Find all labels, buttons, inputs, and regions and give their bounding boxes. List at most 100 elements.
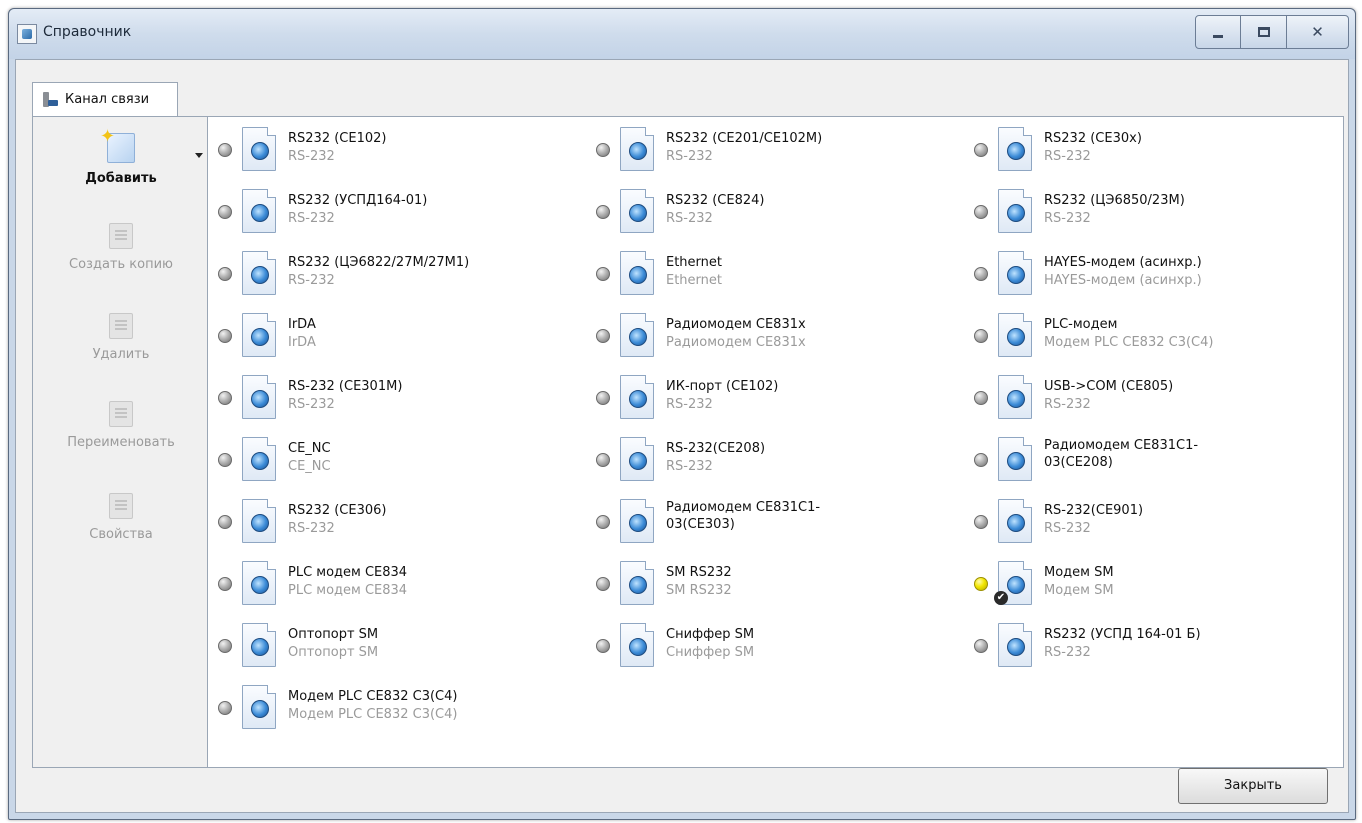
list-item[interactable]: RS-232 (CE301M) RS-232 — [212, 369, 582, 425]
add-dropdown-arrow-icon[interactable] — [195, 153, 203, 158]
minimize-icon — [1213, 34, 1223, 38]
item-type: RS-232 — [1044, 645, 1091, 660]
channel-doc-icon — [620, 313, 654, 357]
item-name: Ethernet — [666, 255, 722, 270]
status-inactive-icon — [974, 453, 988, 467]
status-inactive-icon — [596, 205, 610, 219]
status-inactive-icon — [596, 515, 610, 529]
rename-icon — [109, 401, 133, 427]
list-item[interactable]: RS-232(CE901) RS-232 — [968, 493, 1338, 549]
channel-doc-icon — [998, 437, 1032, 481]
action-sidebar: Добавить Создать копию Удалить Переимено… — [33, 117, 209, 767]
item-type: IrDA — [288, 335, 316, 350]
item-name: USB->COM (CE805) — [1044, 379, 1174, 394]
channel-icon — [41, 91, 59, 109]
list-item[interactable]: RS232 (CE102) RS-232 — [212, 121, 582, 177]
item-type: Ethernet — [666, 273, 722, 288]
title-bar[interactable]: Справочник ✕ — [9, 9, 1355, 59]
channel-doc-icon — [620, 437, 654, 481]
item-type: PLC модем CE834 — [288, 583, 408, 598]
item-type: RS-232 — [288, 211, 335, 226]
item-name: Радиомодем CE831C1-03(CE303) — [666, 500, 821, 532]
status-inactive-icon — [596, 391, 610, 405]
list-item[interactable]: SM RS232 SM RS232 — [590, 555, 960, 611]
add-label: Добавить — [85, 171, 157, 186]
list-item[interactable]: RS232 (CE306) RS-232 — [212, 493, 582, 549]
checkmark-icon: ✔ — [994, 591, 1008, 605]
item-name: RS-232(CE901) — [1044, 503, 1144, 518]
item-name: RS-232 (CE301M) — [288, 379, 403, 394]
list-item[interactable]: RS232 (ЦЭ6850/23М) RS-232 — [968, 183, 1338, 239]
maximize-icon — [1257, 27, 1270, 37]
list-item[interactable]: RS232 (CE30x) RS-232 — [968, 121, 1338, 177]
list-item[interactable]: PLC-модем Модем PLC CE832 C3(C4) — [968, 307, 1338, 363]
status-inactive-icon — [596, 453, 610, 467]
list-item[interactable]: IrDA IrDA — [212, 307, 582, 363]
list-item[interactable]: ИК-порт (CE102) RS-232 — [590, 369, 960, 425]
delete-button[interactable]: Удалить — [33, 313, 209, 362]
rename-label: Переименовать — [67, 435, 175, 450]
list-item[interactable]: Радиомодем CE831C1-03(CE303) — [590, 493, 960, 549]
maximize-button[interactable] — [1241, 15, 1287, 49]
list-item[interactable]: Радиомодем CE831C1-03(CE208) — [968, 431, 1338, 487]
item-name: ИК-порт (CE102) — [666, 379, 779, 394]
list-item[interactable]: RS232 (УСПД 164-01 Б) RS-232 — [968, 617, 1338, 673]
channel-doc-icon — [998, 127, 1032, 171]
list-item[interactable]: RS232 (ЦЭ6822/27М/27М1) RS-232 — [212, 245, 582, 301]
add-button[interactable]: Добавить — [33, 126, 209, 186]
tab-channel[interactable]: Канал связи — [32, 82, 178, 116]
channel-doc-icon — [998, 623, 1032, 667]
item-type: RS-232 — [666, 149, 713, 164]
close-window-button[interactable]: ✕ — [1287, 15, 1349, 49]
status-inactive-icon — [596, 639, 610, 653]
list-item[interactable]: RS232 (CE824) RS-232 — [590, 183, 960, 239]
list-item[interactable]: Модем PLC CE832 C3(C4) Модем PLC CE832 C3… — [212, 679, 582, 735]
status-inactive-icon — [974, 267, 988, 281]
channel-list: RS232 (CE102) RS-232 RS232 (CE201/CE102M) R… — [207, 117, 1343, 767]
channel-doc-icon — [242, 313, 276, 357]
app-icon — [17, 24, 37, 44]
channel-doc-icon — [998, 313, 1032, 357]
copy-button[interactable]: Создать копию — [33, 223, 209, 272]
delete-icon — [109, 313, 133, 339]
status-inactive-icon — [596, 577, 610, 591]
status-inactive-icon — [596, 267, 610, 281]
list-item[interactable]: RS-232(CE208) RS-232 — [590, 431, 960, 487]
properties-button[interactable]: Свойства — [33, 493, 209, 542]
window-controls: ✕ — [1195, 15, 1349, 53]
item-type: RS-232 — [666, 211, 713, 226]
tab-channel-label: Канал связи — [65, 92, 150, 107]
channel-doc-icon — [620, 623, 654, 667]
list-item[interactable]: Оптопорт SM Оптопорт SM — [212, 617, 582, 673]
channel-doc-icon — [242, 375, 276, 419]
item-name: Радиомодем CE831C1-03(CE208) — [1044, 438, 1199, 470]
channel-doc-icon — [998, 375, 1032, 419]
copy-icon — [109, 223, 133, 249]
item-type: RS-232 — [1044, 397, 1091, 412]
close-button[interactable]: Закрыть — [1178, 768, 1328, 804]
list-item[interactable]: HAYES-модем (асинхр.) HAYES-модем (асинхр… — [968, 245, 1338, 301]
list-item[interactable]: Сниффер SM Сниффер SM — [590, 617, 960, 673]
list-item[interactable]: Радиомодем CE831x Радиомодем CE831x — [590, 307, 960, 363]
status-inactive-icon — [218, 639, 232, 653]
minimize-button[interactable] — [1195, 15, 1241, 49]
list-item[interactable]: PLC модем CE834 PLC модем CE834 — [212, 555, 582, 611]
list-item[interactable]: ✔ Модем SM Модем SM — [968, 555, 1338, 611]
list-item[interactable]: CE_NC CE_NC — [212, 431, 582, 487]
list-item[interactable]: Ethernet Ethernet — [590, 245, 960, 301]
tab-strip: Канал связи — [16, 60, 1348, 120]
channel-doc-icon — [242, 685, 276, 729]
item-type: RS-232 — [288, 273, 335, 288]
list-item[interactable]: USB->COM (CE805) RS-232 — [968, 369, 1338, 425]
reference-window: Справочник ✕ Канал связи Добавить — [8, 8, 1356, 820]
channel-doc-icon — [998, 189, 1032, 233]
item-type: Оптопорт SM — [288, 645, 379, 660]
status-active-icon — [974, 577, 988, 591]
client-area: Канал связи Добавить Создать копию Удали… — [15, 59, 1349, 813]
item-name: RS232 (ЦЭ6822/27М/27М1) — [288, 255, 470, 270]
list-item[interactable]: RS232 (CE201/CE102M) RS-232 — [590, 121, 960, 177]
item-type: Модем PLC CE832 C3(C4) — [1044, 335, 1214, 350]
item-name: RS232 (ЦЭ6850/23М) — [1044, 193, 1185, 208]
list-item[interactable]: RS232 (УСПД164-01) RS-232 — [212, 183, 582, 239]
rename-button[interactable]: Переименовать — [33, 401, 209, 450]
